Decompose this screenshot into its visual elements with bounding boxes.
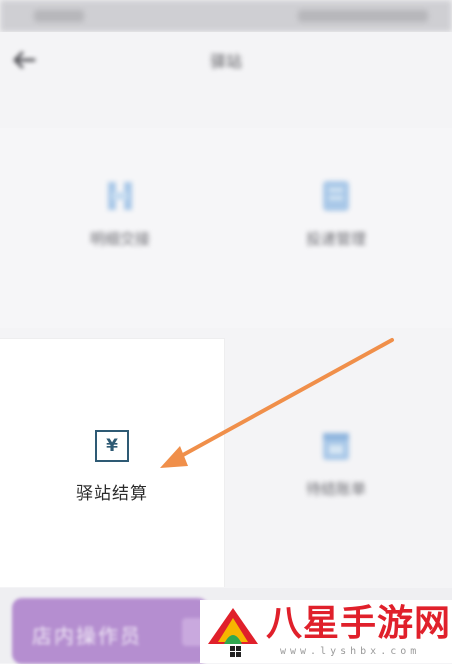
tile-station-settlement[interactable] [0,338,225,587]
store-operator-button[interactable]: 店内操作员 [12,598,208,664]
watermark-url: www.lyshbx.com [280,646,421,657]
tile-label: 待结账单 [305,480,366,498]
calendar-icon [323,433,349,460]
status-bar [0,0,452,32]
store-operator-label: 店内操作员 [32,624,142,648]
watermark: 八星手游网 www.lyshbx.com [200,600,452,663]
document-icon [323,181,349,211]
status-time [34,10,84,22]
tile-label: 投递管理 [305,230,366,248]
watermark-logo-icon [208,608,258,657]
watermark-title: 八星手游网 [266,603,452,644]
yen-icon: ¥ [95,430,129,462]
tile-delivery-manage[interactable]: 投递管理 [276,178,396,249]
handover-icon [108,182,132,210]
tile-pending-bills[interactable]: 待结账单 [276,428,396,499]
status-icons [298,10,428,22]
page-title: 驿站 [209,52,242,71]
tile-label-settlement: 驿站结算 [76,484,148,504]
back-arrow-icon[interactable] [10,48,38,72]
tile-detail-handover[interactable]: 明细交接 [60,178,180,249]
nav-bar: 驿站 [0,32,452,88]
tile-label: 明细交接 [89,230,150,248]
